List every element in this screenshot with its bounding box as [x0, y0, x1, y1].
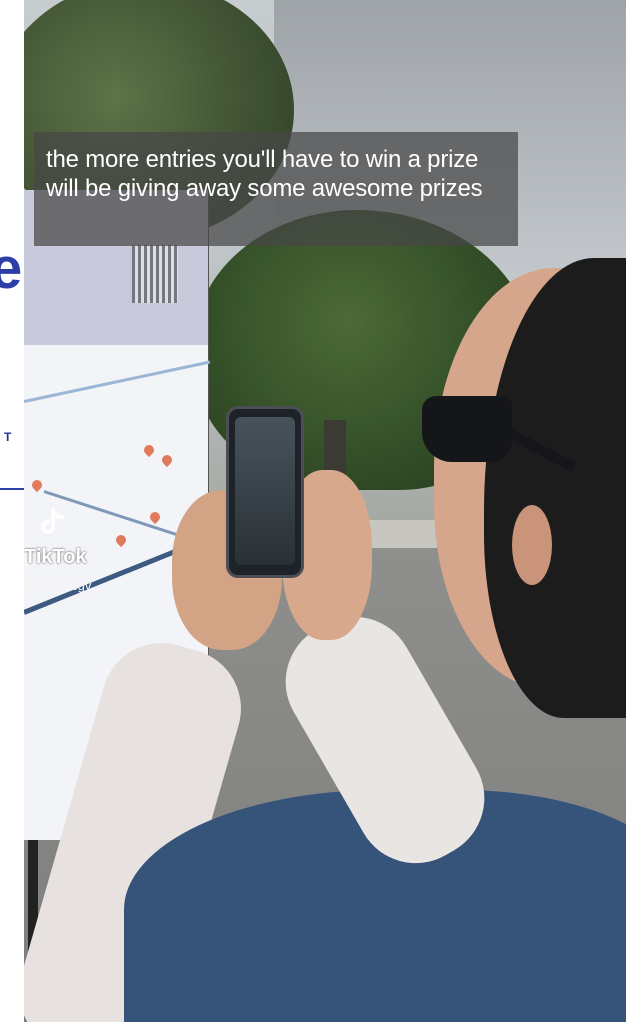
- tiktok-handle: @activesgv: [24, 578, 92, 593]
- map-route-line: [24, 360, 211, 403]
- page-edge-fragment: e T: [0, 0, 24, 1022]
- qr-code: [132, 245, 178, 303]
- video-caption: the more entries you'll have to win a pr…: [34, 132, 518, 246]
- map-pin-icon: [141, 442, 157, 458]
- edge-large-letter: e: [0, 236, 23, 301]
- tiktok-logo-icon: [41, 508, 64, 534]
- person-ear: [512, 505, 552, 585]
- edge-text-fragment: T: [4, 430, 12, 444]
- video-frame[interactable]: the more entries you'll have to win a pr…: [24, 0, 626, 1022]
- edge-divider: [0, 488, 24, 490]
- tiktok-app-name: TikTok: [24, 546, 87, 568]
- smartphone: [226, 406, 304, 578]
- tiktok-watermark: TikTok @activesgv: [24, 508, 164, 598]
- smartphone-screen: [235, 417, 295, 565]
- sunglasses: [422, 396, 512, 462]
- map-pin-icon: [159, 452, 175, 468]
- map-pin-icon: [29, 477, 45, 493]
